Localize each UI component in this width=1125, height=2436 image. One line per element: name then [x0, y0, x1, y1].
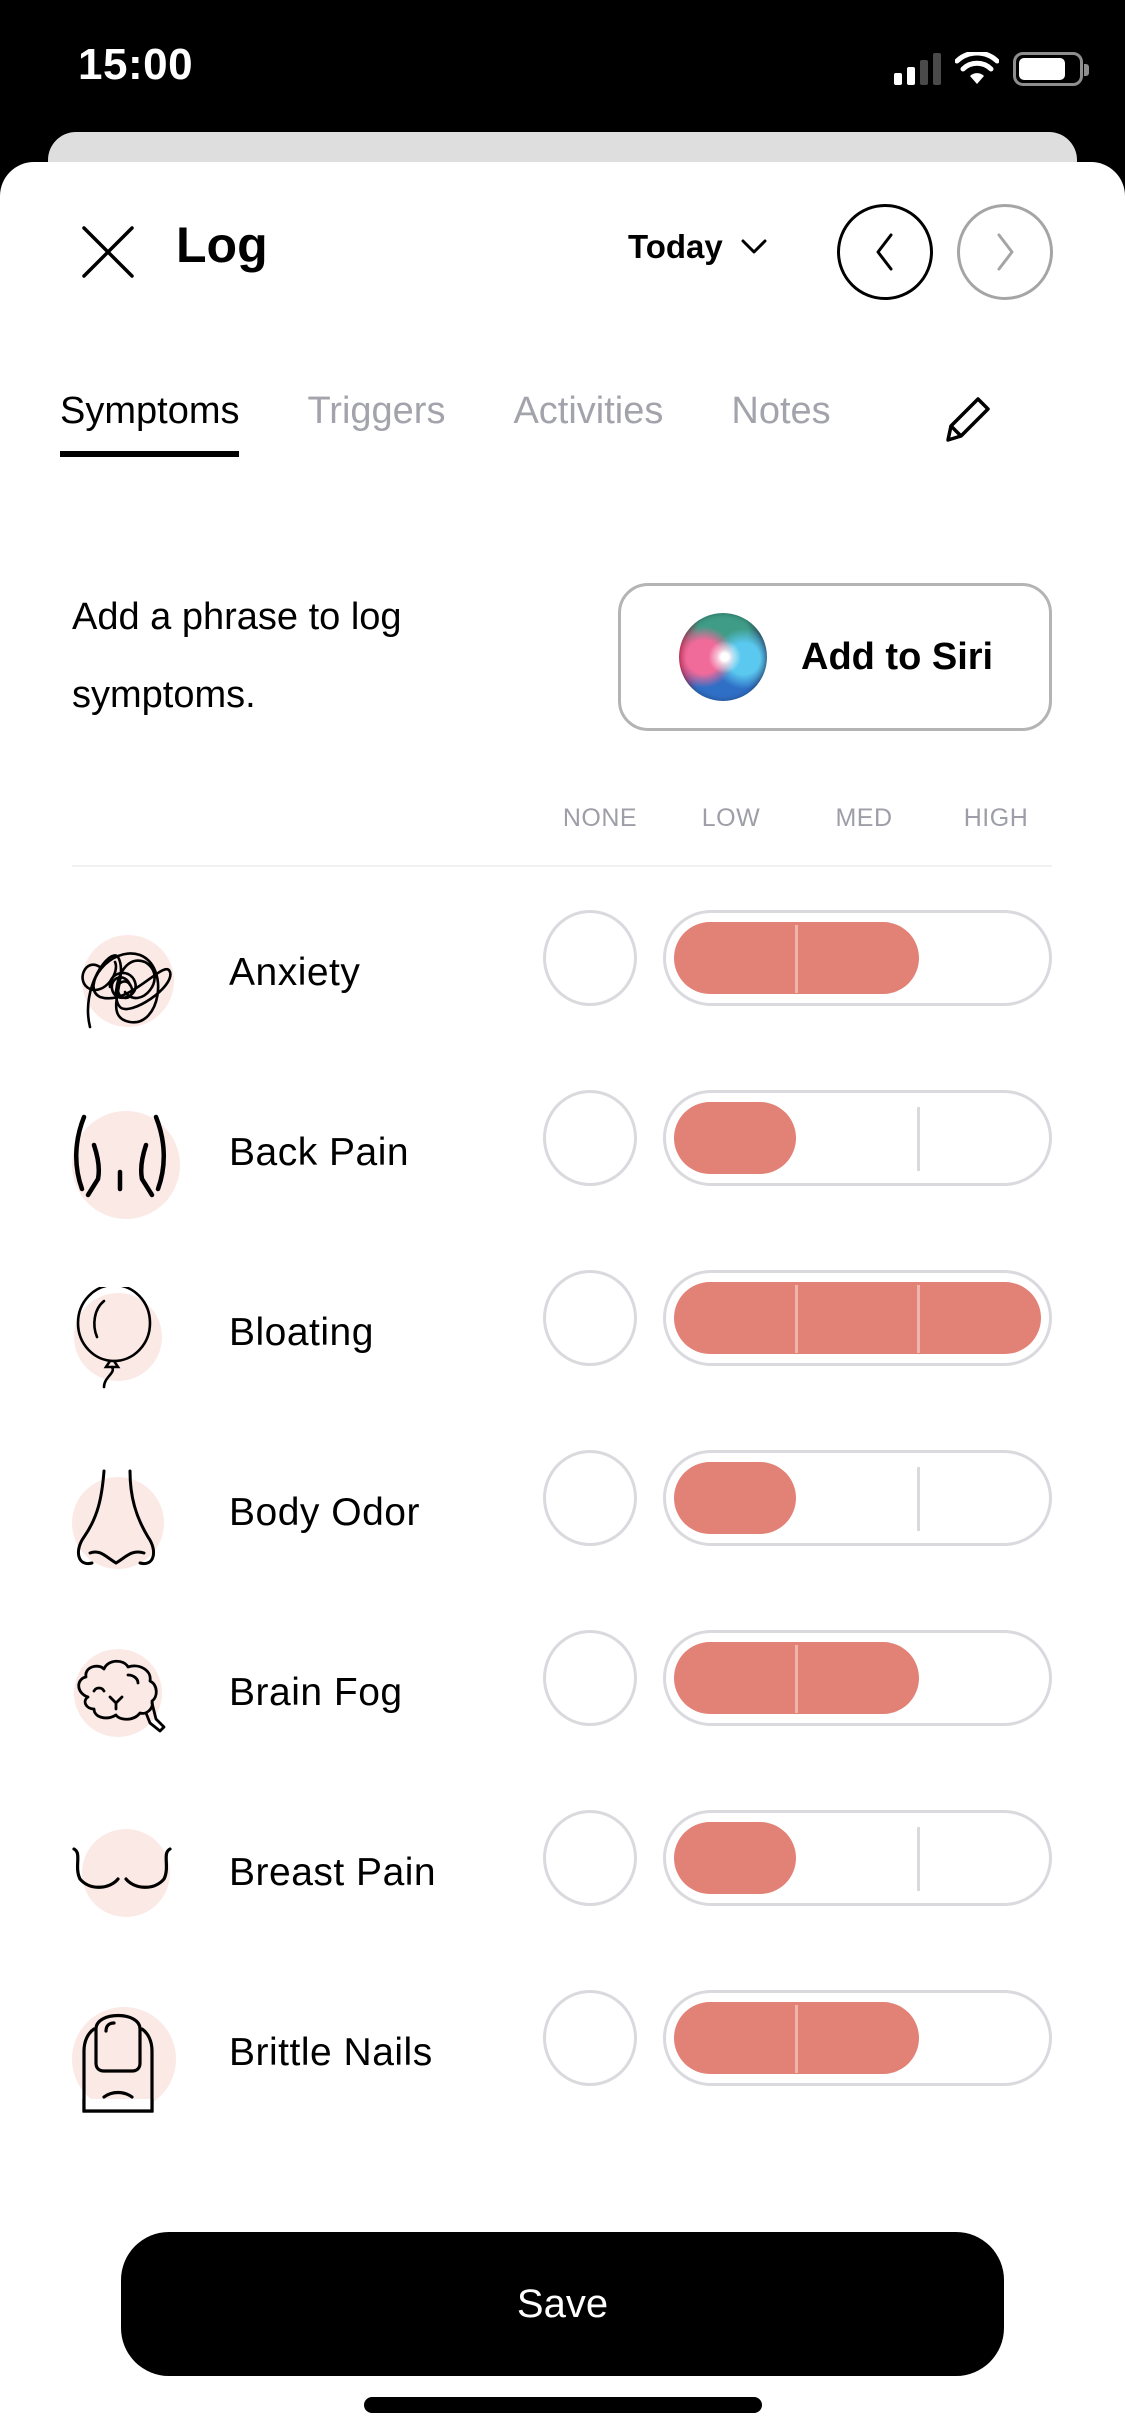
home-indicator	[364, 2397, 762, 2413]
severity-none-button[interactable]	[543, 1630, 637, 1726]
header-high: HIGH	[963, 804, 1029, 832]
severity-none-button[interactable]	[543, 1090, 637, 1186]
severity-none-button[interactable]	[543, 910, 637, 1006]
symptom-row: Brain Fog	[0, 1605, 1125, 1785]
tab-notes[interactable]: Notes	[731, 390, 830, 457]
severity-divider	[917, 1467, 921, 1531]
symptom-name: Brain Fog	[229, 1671, 403, 1714]
chevron-left-icon	[876, 233, 893, 271]
severity-divider	[794, 2005, 798, 2073]
divider	[72, 865, 1052, 867]
add-to-siri-button[interactable]: Add to Siri	[618, 583, 1052, 731]
date-dropdown-label: Today	[628, 228, 723, 265]
severity-none-button[interactable]	[543, 1270, 637, 1366]
severity-scale[interactable]	[663, 910, 1052, 1006]
close-icon	[82, 226, 134, 278]
chevron-right-icon	[997, 233, 1014, 271]
symptom-row: Body Odor	[0, 1425, 1125, 1605]
siri-icon	[679, 613, 767, 701]
battery-icon	[1013, 52, 1089, 86]
severity-divider	[917, 1107, 921, 1171]
siri-prompt: Add a phrase to log symptoms.	[72, 596, 402, 716]
tab-triggers[interactable]: Triggers	[307, 390, 445, 457]
status-bar: 15:00	[0, 0, 1125, 130]
severity-divider	[917, 1827, 921, 1891]
tab-symptoms[interactable]: Symptoms	[60, 390, 240, 457]
severity-scale[interactable]	[663, 1810, 1052, 1906]
page-title: Log	[176, 217, 268, 273]
date-dropdown[interactable]: Today	[628, 228, 767, 266]
severity-none-button[interactable]	[543, 1450, 637, 1546]
chevron-down-icon	[741, 239, 767, 254]
previous-day-button[interactable]	[837, 204, 933, 300]
status-time: 15:00	[78, 40, 194, 89]
symptom-name: Back Pain	[229, 1131, 410, 1174]
severity-scale[interactable]	[663, 1270, 1052, 1366]
symptom-name: Bloating	[229, 1311, 374, 1354]
symptom-name: Anxiety	[229, 951, 361, 994]
header-none: NONE	[562, 804, 638, 832]
severity-divider	[794, 1645, 798, 1713]
close-button[interactable]	[78, 222, 138, 282]
severity-scale[interactable]	[663, 1990, 1052, 2086]
symptom-name: Brittle Nails	[229, 2031, 433, 2074]
back-icon	[70, 1107, 182, 1219]
fingernail-icon	[70, 2007, 182, 2119]
severity-divider	[794, 1285, 798, 1353]
severity-scale[interactable]	[663, 1450, 1052, 1546]
header-med: MED	[835, 804, 893, 832]
brain-icon	[70, 1647, 182, 1759]
symptom-row: Breast Pain	[0, 1785, 1125, 1965]
save-button[interactable]: Save	[121, 2232, 1004, 2376]
symptom-name: Breast Pain	[229, 1851, 437, 1894]
severity-fill	[674, 1102, 797, 1174]
severity-scale[interactable]	[663, 1090, 1052, 1186]
wifi-icon	[955, 52, 999, 84]
pencil-icon	[946, 397, 990, 442]
severity-fill	[674, 1462, 797, 1534]
symptom-row: Bloating	[0, 1245, 1125, 1425]
edit-tabs-button[interactable]	[942, 392, 996, 446]
tab-bar: Symptoms Triggers Activities Notes	[60, 390, 899, 457]
header-low: LOW	[701, 804, 761, 832]
symptom-row: Back Pain	[0, 1065, 1125, 1245]
symptom-row: Brittle Nails	[0, 1965, 1125, 2145]
severity-none-button[interactable]	[543, 1990, 637, 2086]
nose-icon	[70, 1467, 182, 1579]
status-icons	[894, 52, 1089, 86]
symptom-name: Body Odor	[229, 1491, 420, 1534]
severity-divider	[794, 925, 798, 993]
severity-fill	[674, 1282, 1041, 1354]
balloon-icon	[70, 1283, 182, 1399]
next-day-button[interactable]	[957, 204, 1053, 300]
symptom-row: Anxiety	[0, 885, 1125, 1065]
breast-icon	[70, 1827, 182, 1939]
severity-divider	[917, 1285, 921, 1353]
cellular-signal-icon	[894, 53, 941, 85]
severity-scale[interactable]	[663, 1630, 1052, 1726]
severity-none-button[interactable]	[543, 1810, 637, 1906]
severity-fill	[674, 1822, 797, 1894]
add-to-siri-label: Add to Siri	[801, 635, 994, 678]
tab-activities[interactable]: Activities	[513, 390, 663, 457]
scribble-icon	[70, 927, 182, 1039]
